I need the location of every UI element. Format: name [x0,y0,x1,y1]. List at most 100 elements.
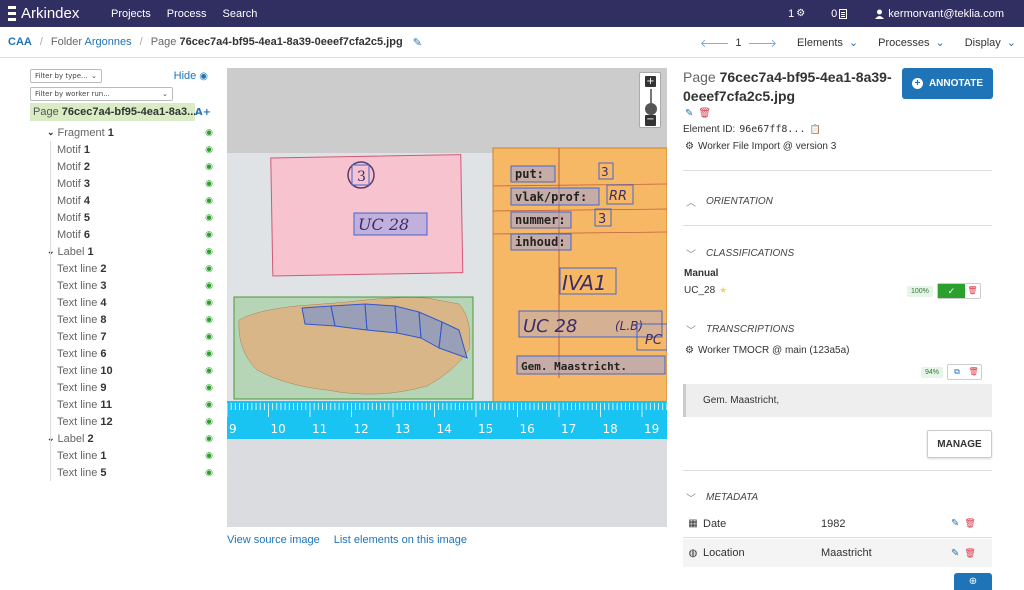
tree-item-type: Text line [57,262,98,275]
breadcrumb-folder[interactable]: Folder Argonnes [51,36,132,48]
eye-icon[interactable]: ◉ [203,331,215,342]
eye-icon[interactable]: ◉ [203,161,215,172]
tree-item-type: Text line [57,364,98,377]
tree-item[interactable]: Text line 11 ◉ [30,396,215,413]
view-source-image-link[interactable]: View source image [227,534,320,546]
tree-item-type: Text line [57,415,98,428]
trash-icon[interactable]: 🗑 [965,284,980,298]
chevron-down-icon: ⌄ [935,37,945,49]
breadcrumb: CAA / Folder Argonnes / Page 76cec7a4-bf… [0,27,1024,58]
tree-item[interactable]: Text line 3 ◉ [30,277,215,294]
tree-item[interactable]: Motif 5 ◉ [30,209,215,226]
jobs-indicator[interactable]: 1 ⚙ [788,8,805,20]
clipboard-icon[interactable]: 📋 [809,124,820,135]
eye-icon[interactable]: ◉ [203,433,215,444]
trash-icon[interactable]: 🗑 [966,365,981,379]
tree-item[interactable]: Text line 2 ◉ [30,260,215,277]
eye-icon[interactable]: ◉ [203,229,215,240]
tree-item[interactable]: ⌄ Fragment 1 ◉ [30,124,215,141]
transcriptions-section-header[interactable]: ﹀ TRANSCRIPTIONS [686,322,794,337]
copy-icon[interactable]: ⧉ [948,365,966,379]
hide-toggle[interactable]: Hide ◉ [174,70,208,82]
tree-item[interactable]: Text line 7 ◉ [30,328,215,345]
filter-worker-select[interactable]: Filter by worker run... ⌄ [30,87,173,101]
eye-icon[interactable]: ◉ [203,382,215,393]
eye-icon[interactable]: ◉ [203,314,215,325]
tree-item-name: 1 [83,143,91,156]
menu-elements[interactable]: Elements ⌄ [797,36,858,50]
user-menu[interactable]: kermorvant@teklia.com [875,8,1004,20]
classifications-section-header[interactable]: ﹀ CLASSIFICATIONS [686,246,794,261]
eye-icon[interactable]: ◉ [203,416,215,427]
tree-item[interactable]: ⌄Label 2◉ [30,430,215,447]
metadata-name: Location [703,547,745,559]
arrow-left-icon[interactable]: 🡐 [700,36,730,50]
tree-item[interactable]: Text line 5 ◉ [30,464,215,481]
tree-item[interactable]: Text line 4 ◉ [30,294,215,311]
arrow-right-icon[interactable]: 🡒 [748,36,778,50]
edit-icon[interactable]: ✎ [685,108,693,119]
tree-item[interactable]: Text line 8 ◉ [30,311,215,328]
tree-root-page[interactable]: Page 76cec7a4-bf95-4ea1-8a3... [30,103,195,121]
menu-processes[interactable]: Processes ⌄ [878,36,945,50]
tree-item[interactable]: Motif 1 ◉ [30,141,215,158]
list-elements-link[interactable]: List elements on this image [334,534,467,546]
docs-indicator[interactable]: 0 [831,8,848,20]
orientation-section-header[interactable]: ︿ ORIENTATION [686,194,773,209]
eye-icon[interactable]: ◉ [203,467,215,478]
eye-icon[interactable]: ◉ [203,263,215,274]
tree-item[interactable]: Motif 2 ◉ [30,158,215,175]
ruler-number: 17 [561,422,576,436]
ruler-number: 11 [312,422,327,436]
eye-icon[interactable]: ◉ [203,212,215,223]
nav-projects[interactable]: Projects [103,8,159,20]
chevron-down-icon: ⌄ [1006,37,1016,49]
tree-item[interactable]: Motif 4 ◉ [30,192,215,209]
eye-icon[interactable]: ◉ [203,399,215,410]
nav-process[interactable]: Process [159,8,215,20]
eye-icon[interactable]: ◉ [203,348,215,359]
tree-item[interactable]: Text line 1 ◉ [30,447,215,464]
zoom-in-button[interactable]: + [645,76,656,87]
trash-icon[interactable]: 🗑 [964,548,975,559]
tree-item[interactable]: Motif 3 ◉ [30,175,215,192]
label-right-value-2: RR [609,189,627,204]
breadcrumb-corpus[interactable]: CAA [8,36,32,48]
eye-icon[interactable]: ◉ [203,280,215,291]
eye-icon[interactable]: ◉ [203,246,215,257]
eye-icon[interactable]: ◉ [203,178,215,189]
menu-display[interactable]: Display ⌄ [965,36,1016,50]
nav-search[interactable]: Search [215,8,266,20]
tree-item[interactable]: ⌄Label 1◉ [30,243,215,260]
tree-item-name: 4 [83,194,91,207]
eye-icon[interactable]: ◉ [203,450,215,461]
edit-icon[interactable]: ✎ [951,548,959,559]
trash-icon[interactable]: 🗑 [964,518,975,529]
tree-item[interactable]: Motif 6 ◉ [30,226,215,243]
tree-item[interactable]: Text line 12 ◉ [30,413,215,430]
tree-item-name: 11 [100,398,113,411]
annotate-button[interactable]: + ANNOTATE [902,68,993,99]
tree-item[interactable]: Text line 9 ◉ [30,379,215,396]
edit-name-icon[interactable]: ✎ [413,36,422,49]
brand[interactable]: Arkindex [0,5,103,22]
filter-type-select[interactable]: Filter by type... ⌄ [30,69,102,83]
eye-icon[interactable]: ◉ [203,365,215,376]
image-viewer[interactable]: 3 UC 28 put: 3 vlak/prof: RR nummer: 3 i… [227,68,667,527]
add-metadata-button[interactable]: ⊕ [954,573,992,590]
eye-icon[interactable]: ◉ [203,127,215,138]
add-element-button[interactable]: A+ [195,107,211,118]
trash-icon[interactable]: 🗑 [698,108,711,119]
manage-button[interactable]: MANAGE [927,430,992,458]
tree-item[interactable]: Text line 6 ◉ [30,345,215,362]
eye-icon[interactable]: ◉ [203,195,215,206]
metadata-row-location: ◍ Location Maastricht ✎ 🗑 [683,539,992,567]
eye-icon[interactable]: ◉ [203,297,215,308]
metadata-section-header[interactable]: ﹀ METADATA [686,490,758,505]
eye-icon[interactable]: ◉ [203,144,215,155]
tree-item[interactable]: Text line 10 ◉ [30,362,215,379]
validate-classification-button[interactable]: ✓ 🗑 [936,283,981,299]
edit-icon[interactable]: ✎ [951,518,959,529]
chevron-down-icon[interactable]: ⌄ [47,127,55,138]
zoom-out-button[interactable]: − [645,115,656,126]
